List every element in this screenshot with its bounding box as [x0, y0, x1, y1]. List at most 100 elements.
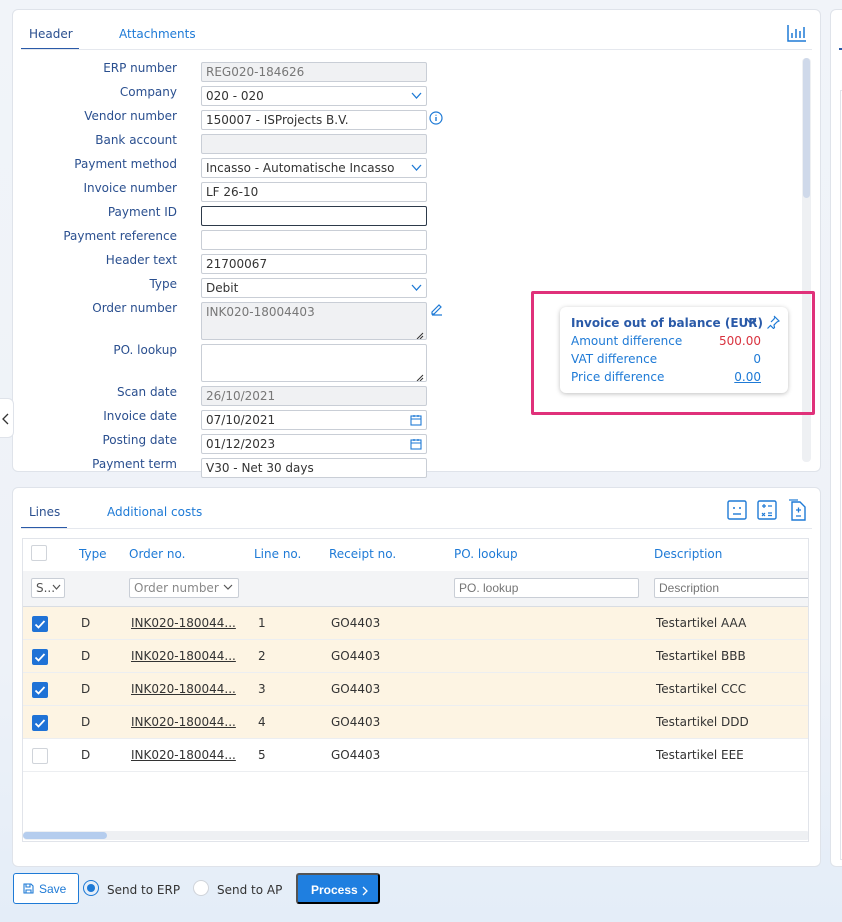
- resize-handle-icon[interactable]: [416, 329, 424, 339]
- process-button[interactable]: Process: [296, 873, 380, 904]
- cell-order-link[interactable]: INK020-180044...: [131, 649, 236, 663]
- chevron-down-icon[interactable]: [745, 315, 757, 330]
- col-header-type[interactable]: Type: [79, 547, 107, 561]
- calendar-icon[interactable]: [410, 412, 422, 429]
- field-label: Order number: [92, 301, 177, 315]
- col-header-po[interactable]: PO. lookup: [454, 547, 518, 561]
- field-label: Bank account: [95, 133, 177, 147]
- process-button-label: Process: [311, 883, 358, 897]
- save-button[interactable]: Save: [13, 873, 79, 904]
- cell-type: D: [81, 715, 91, 729]
- form-row: Header text 21700067: [13, 252, 813, 274]
- header-scrollbar-thumb[interactable]: [803, 58, 810, 198]
- grid-h-scrollbar[interactable]: [23, 831, 808, 840]
- select-all-checkbox[interactable]: [31, 545, 47, 561]
- lines-panel: Lines Additional costs Type Order no. Li…: [12, 487, 821, 867]
- edit-pencil-icon[interactable]: [430, 302, 444, 319]
- tab-header[interactable]: Header: [29, 27, 73, 41]
- field-input[interactable]: Incasso - Automatische Incasso: [201, 158, 427, 178]
- chart-icon[interactable]: [787, 24, 807, 45]
- row-checkbox[interactable]: [32, 616, 48, 632]
- send-to-ap-radio[interactable]: [193, 880, 209, 896]
- tab-lines[interactable]: Lines: [29, 505, 60, 519]
- calculator-icon[interactable]: [757, 500, 777, 523]
- row-checkbox[interactable]: [32, 748, 48, 764]
- cell-order-link[interactable]: INK020-180044...: [131, 682, 236, 696]
- cell-order-link[interactable]: INK020-180044...: [131, 616, 236, 630]
- pin-icon[interactable]: [766, 315, 781, 332]
- select-filter[interactable]: S...: [31, 578, 65, 598]
- field-label: Invoice number: [83, 181, 177, 195]
- info-icon[interactable]: [429, 111, 443, 128]
- form-row: Invoice number LF 26-10: [13, 180, 813, 202]
- send-to-erp-radio[interactable]: [83, 880, 99, 896]
- cell-line: 2: [258, 649, 266, 663]
- balance-value: 0: [753, 352, 761, 366]
- field-value: LF 26-10: [206, 185, 259, 199]
- send-to-erp-label[interactable]: Send to ERP: [107, 883, 180, 897]
- right-panel: [830, 9, 842, 867]
- field-input[interactable]: Debit: [201, 278, 427, 298]
- balance-value[interactable]: 0.00: [734, 370, 761, 384]
- table-row[interactable]: D INK020-180044... 4 GO4403 Testartikel DDD: [23, 706, 808, 739]
- cell-order-link[interactable]: INK020-180044...: [131, 715, 236, 729]
- cell-line: 1: [258, 616, 266, 630]
- form-row: Payment reference: [13, 228, 813, 250]
- lines-tabs-divider: [21, 528, 812, 529]
- field-label: Payment ID: [107, 205, 177, 219]
- row-checkbox[interactable]: [32, 682, 48, 698]
- field-label: Invoice date: [103, 409, 177, 423]
- resize-handle-icon[interactable]: [416, 371, 424, 381]
- cell-receipt: GO4403: [331, 715, 381, 729]
- row-checkbox[interactable]: [32, 715, 48, 731]
- form-row: ERP number REG020-184626: [13, 60, 813, 82]
- description-filter[interactable]: [654, 578, 808, 598]
- col-header-order[interactable]: Order no.: [129, 547, 185, 561]
- col-header-line[interactable]: Line no.: [254, 547, 301, 561]
- table-row[interactable]: D INK020-180044... 1 GO4403 Testartikel AAA: [23, 607, 808, 640]
- po-lookup-filter[interactable]: [454, 578, 639, 598]
- check-icon: [34, 719, 46, 728]
- tab-attachments[interactable]: Attachments: [119, 27, 196, 41]
- grid-h-scrollbar-thumb[interactable]: [23, 832, 107, 839]
- field-value: 26/10/2021: [206, 389, 276, 403]
- field-input[interactable]: 020 - 020: [201, 86, 427, 106]
- cell-receipt: GO4403: [331, 682, 381, 696]
- row-checkbox[interactable]: [32, 649, 48, 665]
- cell-description: Testartikel BBB: [656, 649, 746, 663]
- face-scan-icon[interactable]: [727, 500, 747, 523]
- cell-type: D: [81, 616, 91, 630]
- form-row: Payment ID: [13, 204, 813, 226]
- field-label: Posting date: [102, 433, 177, 447]
- tab-additional-costs[interactable]: Additional costs: [107, 505, 202, 519]
- field-input[interactable]: V30 - Net 30 days: [201, 458, 427, 478]
- field-input[interactable]: 21700067: [201, 254, 427, 274]
- cell-description: Testartikel DDD: [656, 715, 749, 729]
- field-input[interactable]: 07/10/2021: [201, 410, 427, 430]
- field-input[interactable]: [201, 206, 427, 226]
- save-button-label: Save: [39, 882, 67, 896]
- calendar-icon[interactable]: [410, 436, 422, 453]
- field-value: 150007 - ISProjects B.V.: [206, 113, 349, 127]
- field-input[interactable]: [201, 230, 427, 250]
- table-row[interactable]: D INK020-180044... 2 GO4403 Testartikel BBB: [23, 640, 808, 673]
- cell-order-link[interactable]: INK020-180044...: [131, 748, 236, 762]
- field-input[interactable]: [201, 344, 427, 382]
- table-row[interactable]: D INK020-180044... 3 GO4403 Testartikel CCC: [23, 673, 808, 706]
- col-header-receipt[interactable]: Receipt no.: [329, 547, 396, 561]
- chevron-down-icon[interactable]: [411, 88, 422, 103]
- order-number-filter[interactable]: Order number: [129, 578, 239, 598]
- field-input[interactable]: 150007 - ISProjects B.V.: [201, 110, 427, 130]
- field-label: Payment term: [92, 457, 177, 471]
- save-icon: [23, 883, 34, 894]
- table-row[interactable]: D INK020-180044... 5 GO4403 Testartikel EEE: [23, 739, 808, 772]
- chevron-down-icon[interactable]: [411, 280, 422, 295]
- col-header-description[interactable]: Description: [654, 547, 722, 561]
- field-input[interactable]: LF 26-10: [201, 182, 427, 202]
- document-plusminus-icon[interactable]: [788, 499, 806, 524]
- field-input[interactable]: 01/12/2023: [201, 434, 427, 454]
- send-to-ap-label[interactable]: Send to AP: [217, 883, 282, 897]
- collapse-left-button[interactable]: [0, 398, 14, 438]
- form-row: Payment method Incasso - Automatische Inc…: [13, 156, 813, 178]
- chevron-down-icon[interactable]: [411, 160, 422, 175]
